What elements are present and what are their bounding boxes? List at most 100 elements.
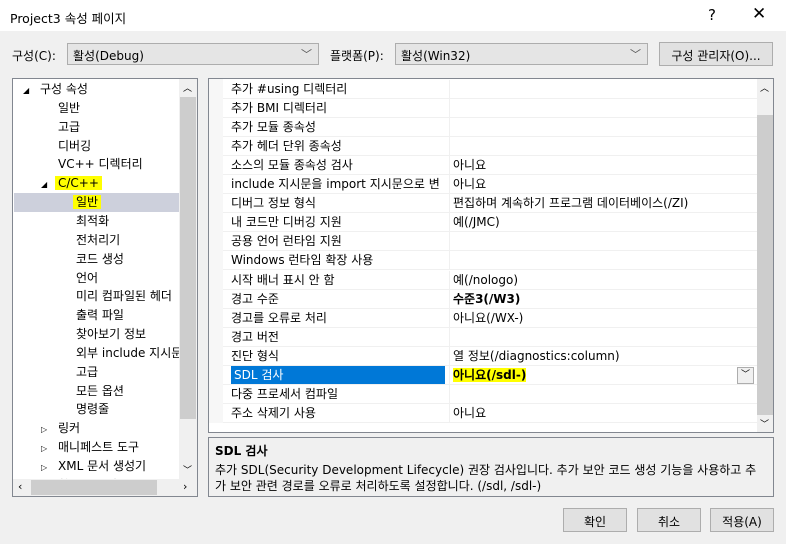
property-value: 편집하며 계속하기 프로그램 데이터베이스(/ZI) — [449, 194, 688, 214]
ok-button[interactable]: 확인 — [563, 508, 627, 532]
apply-button[interactable]: 적용(A) — [710, 508, 774, 532]
tree-vertical-scrollbar[interactable]: ︿ ﹀ — [179, 79, 197, 479]
tree-item-label: 고급 — [58, 119, 81, 134]
property-name: 추가 모듈 종속성 — [231, 120, 316, 135]
tree-item[interactable]: 일반 — [41, 99, 83, 118]
tree-item-label: XML 문서 생성기 — [58, 459, 147, 473]
platform-value: 활성(Win32) — [401, 49, 471, 63]
property-tree[interactable]: ◢ 구성 속성 일반 고급 디버깅 VC++ 디렉터리 ◢ C/C++ 일반 최적화 전처리기 코드 … — [12, 78, 198, 497]
platform-dropdown[interactable]: 활성(Win32) ﹀ — [395, 43, 648, 65]
tree-horizontal-scrollbar[interactable]: ‹ › — [13, 479, 197, 496]
tree-item[interactable]: 명령줄 — [59, 400, 112, 419]
title-bar: Project3 속성 페이지 ? ✕ — [0, 0, 786, 31]
property-value: 예(/nologo) — [449, 270, 518, 290]
property-row[interactable]: Windows 런타임 확장 사용 — [223, 251, 758, 271]
tree-item[interactable]: 언어 — [59, 269, 101, 288]
tree-item[interactable]: 미리 컴파일된 헤더 — [59, 287, 175, 306]
property-row[interactable]: 진단 형식 열 정보(/diagnostics:column) — [223, 346, 758, 366]
scroll-right-icon[interactable]: › — [183, 480, 187, 493]
tree-item[interactable]: ◢ 구성 속성 — [23, 80, 91, 99]
scrollbar-thumb[interactable] — [31, 480, 157, 495]
tree-item[interactable]: 출력 파일 — [59, 306, 127, 325]
scroll-down-icon[interactable]: ﹀ — [760, 417, 769, 430]
property-name: 진단 형식 — [231, 348, 279, 363]
property-row[interactable]: 추가 #using 디렉터리 — [223, 80, 758, 99]
tree-item[interactable]: ▷ XML 문서 생성기 — [41, 457, 149, 476]
expand-icon[interactable]: ▷ — [41, 458, 55, 477]
property-value — [449, 80, 453, 99]
scroll-up-icon[interactable]: ︿ — [183, 81, 192, 94]
scrollbar-thumb[interactable] — [757, 115, 773, 415]
expand-icon[interactable]: ▷ — [41, 439, 55, 458]
tree-item-label: 명령줄 — [76, 402, 110, 417]
tree-item-label: 일반 — [73, 195, 102, 210]
property-name: 추가 헤더 단위 종속성 — [231, 139, 342, 154]
config-manager-button[interactable]: 구성 관리자(O)... — [659, 42, 773, 66]
tree-item[interactable]: 고급 — [59, 363, 101, 382]
grid-vertical-scrollbar[interactable]: ︿ ﹀ — [757, 79, 773, 432]
cancel-button[interactable]: 취소 — [637, 508, 701, 532]
config-dropdown[interactable]: 활성(Debug) ﹀ — [67, 43, 319, 65]
scrollbar-thumb[interactable] — [180, 97, 196, 419]
scroll-down-icon[interactable]: ﹀ — [183, 463, 192, 476]
property-row[interactable]: 소스의 모듈 종속성 검사 아니요 — [223, 156, 758, 176]
property-grid[interactable]: 추가 #using 디렉터리 추가 BMI 디렉터리 추가 모듈 종속성추가 헤더 … — [208, 78, 774, 433]
tree-item[interactable]: 전처리기 — [59, 231, 123, 250]
close-button[interactable]: ✕ — [752, 4, 766, 24]
tree-item[interactable]: 최적화 — [59, 212, 112, 231]
collapse-icon[interactable]: ◢ — [23, 81, 37, 100]
tree-item-label: 고급 — [76, 364, 99, 379]
property-value-text: 수준3(/W3) — [453, 291, 521, 306]
property-value-text: 예(/JMC) — [453, 215, 500, 230]
property-value-text: 아니요(/sdl-) — [453, 367, 527, 382]
property-value: 아니요(/WX-) — [449, 308, 523, 328]
help-button[interactable]: ? — [708, 6, 716, 24]
property-name: 다중 프로세서 컴파일 — [231, 386, 338, 401]
tree-item[interactable]: 찾아보기 정보 — [59, 325, 149, 344]
tree-item[interactable]: 외부 include 지시문 — [59, 344, 185, 363]
property-name: 시작 배너 표시 안 함 — [231, 272, 335, 287]
tree-item[interactable]: 모든 옵션 — [59, 382, 127, 401]
property-row[interactable]: 다중 프로세서 컴파일 — [223, 384, 758, 404]
scroll-left-icon[interactable]: ‹ — [18, 480, 22, 493]
property-row[interactable]: 주소 삭제기 사용 아니요 — [223, 403, 758, 423]
tree-item[interactable]: ◢ C/C++ — [41, 174, 102, 193]
property-row[interactable]: 내 코드만 디버깅 지원 예(/JMC) — [223, 213, 758, 233]
property-row[interactable]: 공용 언어 런타임 지원 — [223, 232, 758, 252]
window-title: Project3 속성 페이지 — [10, 11, 127, 26]
property-name: 소스의 모듈 종속성 검사 — [231, 158, 353, 173]
expand-icon[interactable]: ▷ — [41, 420, 55, 439]
property-name: 경고 수준 — [231, 291, 279, 306]
platform-label: 플랫폼(P): — [330, 49, 384, 63]
property-row[interactable]: include 지시문을 import 지시문으로 변 아니요 — [223, 175, 758, 195]
tree-item[interactable]: VC++ 디렉터리 — [41, 155, 146, 174]
property-name: 주소 삭제기 사용 — [231, 405, 316, 420]
property-row[interactable]: 추가 모듈 종속성 — [223, 118, 758, 138]
tree-item[interactable]: 고급 — [41, 118, 83, 137]
dropdown-button[interactable]: ﹀ — [737, 366, 754, 384]
property-row[interactable]: 시작 배너 표시 안 함 예(/nologo) — [223, 270, 758, 290]
property-value: 아니요 — [449, 403, 486, 423]
property-name: 디버그 정보 형식 — [231, 196, 316, 211]
chevron-down-icon: ﹀ — [301, 48, 312, 61]
property-value — [449, 384, 453, 404]
tree-item[interactable]: 코드 생성 — [59, 250, 127, 269]
scroll-up-icon[interactable]: ︿ — [760, 81, 769, 94]
tree-item[interactable]: 일반 — [59, 193, 102, 212]
property-row[interactable]: SDL 검사 아니요(/sdl-) ﹀ — [223, 365, 758, 385]
collapse-icon[interactable]: ◢ — [41, 175, 55, 194]
tree-item[interactable]: ▷ 링커 — [41, 419, 83, 438]
property-row[interactable]: 경고 버전 — [223, 327, 758, 347]
property-row[interactable]: 추가 BMI 디렉터리 — [223, 99, 758, 119]
property-value: 아니요 — [449, 156, 486, 176]
property-row[interactable]: 경고를 오류로 처리 아니요(/WX-) — [223, 308, 758, 328]
property-value[interactable]: 아니요(/sdl-) — [449, 365, 527, 385]
property-row[interactable]: 경고 수준 수준3(/W3) — [223, 289, 758, 309]
property-row[interactable]: 디버그 정보 형식 편집하며 계속하기 프로그램 데이터베이스(/ZI) — [223, 194, 758, 214]
property-name: SDL 검사 — [231, 365, 445, 384]
property-row[interactable]: 추가 헤더 단위 종속성 — [223, 137, 758, 157]
property-value — [449, 251, 453, 271]
tree-item[interactable]: 디버깅 — [41, 137, 94, 156]
tree-item-label: 언어 — [76, 270, 99, 285]
tree-item[interactable]: ▷ 매니페스트 도구 — [41, 438, 142, 457]
